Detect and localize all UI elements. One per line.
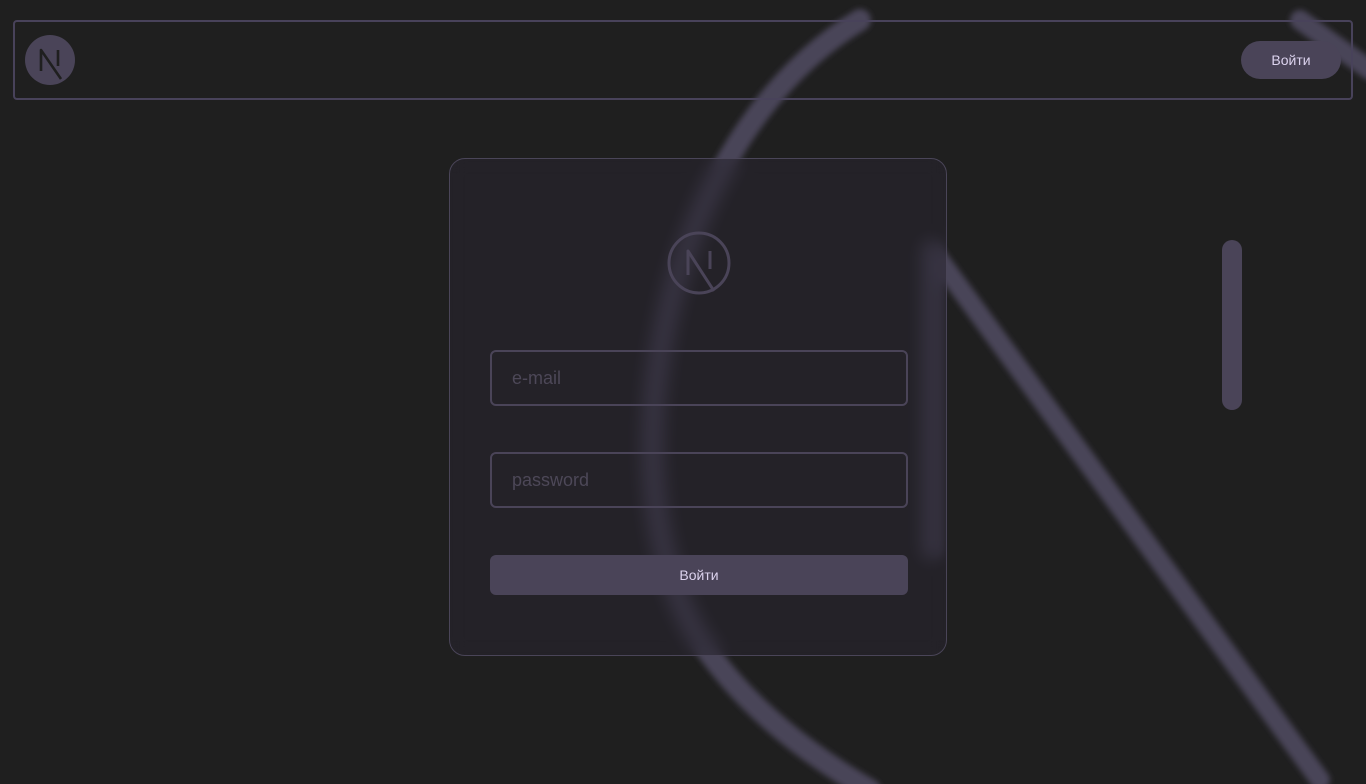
password-input[interactable]: [490, 452, 908, 508]
nextjs-logo-icon: [667, 231, 731, 295]
decorative-vertical-bar: [1222, 240, 1242, 410]
login-card: Войти: [449, 158, 947, 656]
email-input[interactable]: [490, 350, 908, 406]
top-header: Войти: [13, 20, 1353, 100]
nextjs-logo-icon[interactable]: [25, 35, 75, 85]
header-login-button[interactable]: Войти: [1241, 41, 1341, 79]
login-submit-button[interactable]: Войти: [490, 555, 908, 595]
